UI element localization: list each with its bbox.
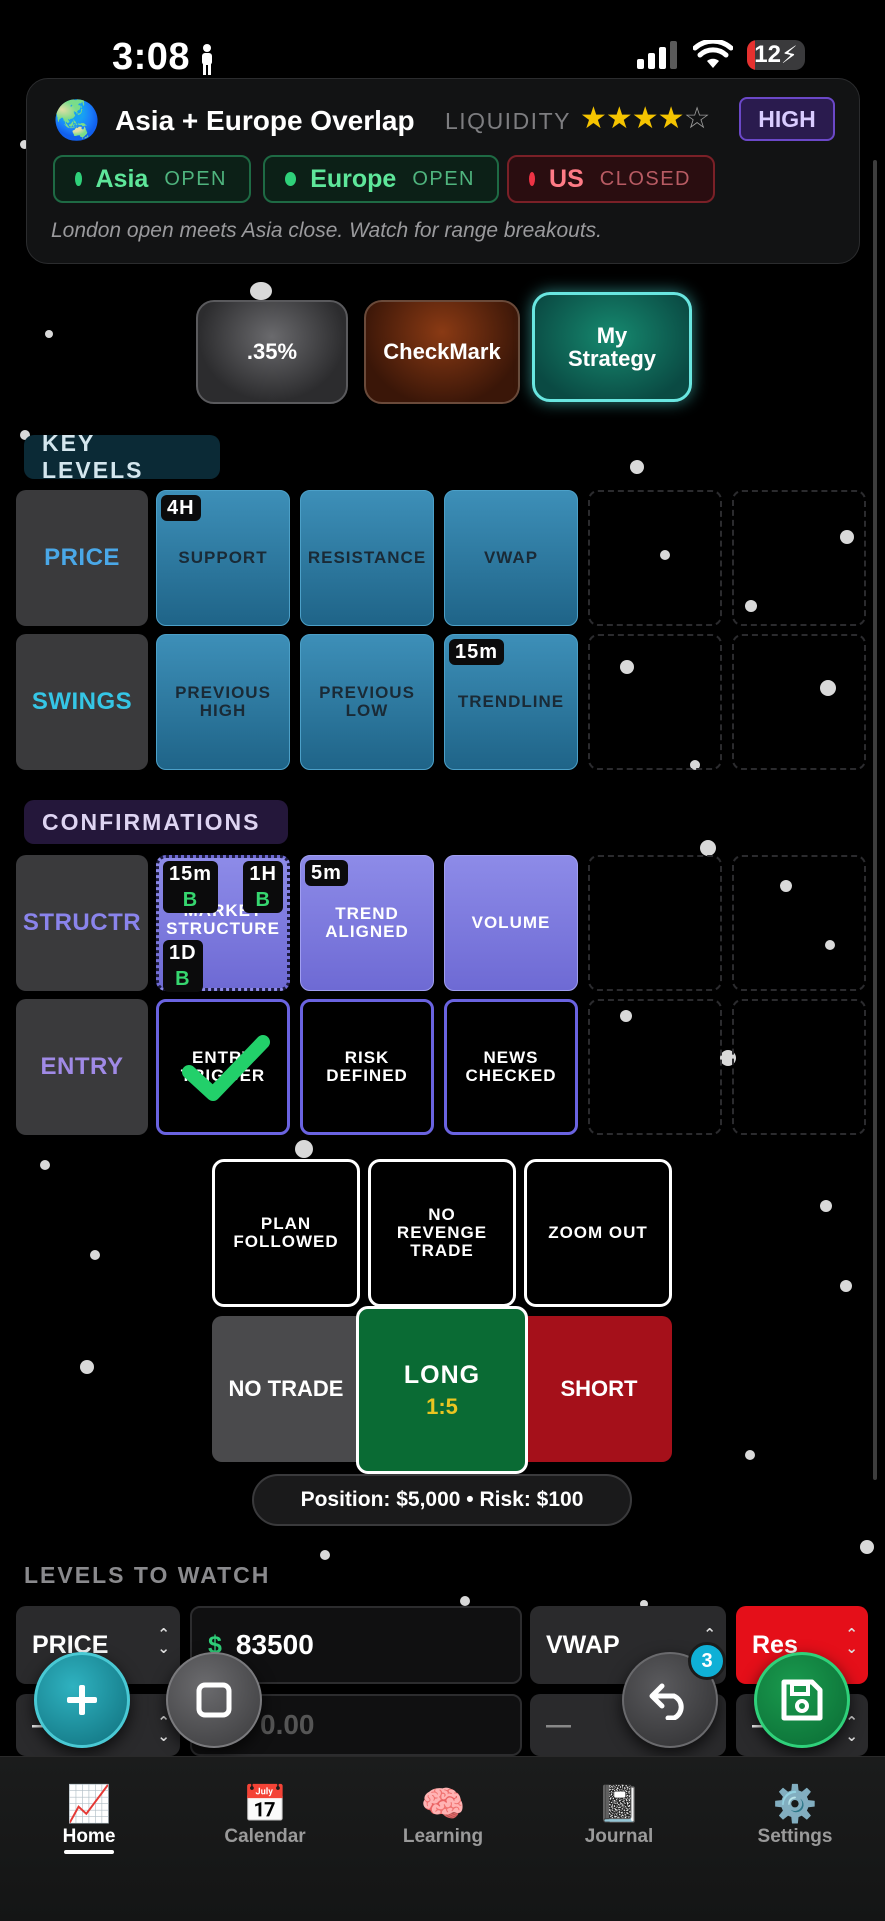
tab-learning[interactable]: 🧠 Learning [378,1782,508,1848]
timeframe-badge: 15m B [163,861,219,913]
tile-vwap[interactable]: VWAP [444,490,578,626]
floppy-disk-icon [781,1679,823,1721]
strategy-button-035[interactable]: .35% [196,300,348,404]
market-pill-asia[interactable]: Asia OPEN [53,155,251,203]
tile-news-checked[interactable]: NEWS CHECKED [444,999,578,1135]
star-empty-icon: ☆ [683,102,711,135]
empty-slot[interactable] [732,999,866,1135]
tab-settings[interactable]: ⚙️ Settings [730,1782,860,1848]
tile-trendline[interactable]: 15m TRENDLINE [444,634,578,770]
timeframe-badge: 4H [161,495,201,521]
tile-support[interactable]: 4H SUPPORT [156,490,290,626]
active-tab-indicator [64,1850,114,1854]
tile-trend-aligned[interactable]: 5m TREND ALIGNED [300,855,434,991]
wifi-icon [693,40,733,68]
confirmations-section-label: CONFIRMATIONS [24,800,288,844]
plus-icon [67,1685,97,1715]
chevron-updown-icon: ⌃⌄ [845,1626,858,1657]
calendar-icon: 📅 [242,1783,288,1824]
empty-slot[interactable] [588,490,722,626]
empty-slot[interactable] [588,999,722,1135]
battery-icon: 12 ⚡ [747,40,805,70]
checkmark-icon [182,1035,270,1101]
chevron-updown-icon: ⌃⌄ [157,1714,170,1745]
row-label-entry: ENTRY [16,999,148,1135]
habit-no-revenge-trade[interactable]: NO REVENGE TRADE [368,1159,516,1307]
tile-entry-trigger[interactable]: ENTRY TRIGGER [156,999,290,1135]
scroll-indicator[interactable] [873,160,877,1480]
tile-previous-low[interactable]: PREVIOUS LOW [300,634,434,770]
empty-slot[interactable] [588,634,722,770]
tab-home[interactable]: 📈 Home [24,1782,154,1848]
signal-icon [637,41,677,69]
timeframe-badge: 1D B [163,940,203,992]
chevron-updown-icon: ⌃⌄ [845,1714,858,1745]
closed-status-icon [529,172,536,186]
globe-icon: 🌏 [53,100,101,142]
risk-reward-ratio: 1:5 [426,1393,458,1419]
open-status-icon [285,172,297,186]
timeframe-badge: 5m [305,860,348,886]
tab-journal[interactable]: 📓 Journal [554,1782,684,1848]
short-button[interactable]: SHORT [526,1316,672,1462]
strategy-button-my-strategy[interactable]: My Strategy [532,292,692,402]
status-indicators: 12 ⚡ [637,40,805,70]
save-button[interactable] [754,1652,850,1748]
habit-zoom-out[interactable]: ZOOM OUT [524,1159,672,1307]
status-time: 3:08 [112,36,191,78]
liquidity-rating: ★★★★☆ [580,101,711,136]
empty-slot[interactable] [732,634,866,770]
person-icon [200,44,214,76]
tab-calendar[interactable]: 📅 Calendar [200,1782,330,1848]
row-label-structure: STRUCTR [16,855,148,991]
star-filled-icon: ★★★★ [580,102,685,135]
journal-icon: 📓 [596,1783,642,1824]
tile-volume[interactable]: VOLUME [444,855,578,991]
brain-icon: 🧠 [420,1783,466,1824]
market-pill-us[interactable]: US CLOSED [507,155,715,203]
add-button[interactable] [34,1652,130,1748]
session-note: London open meets Asia close. Watch for … [51,219,602,242]
market-pill-europe[interactable]: Europe OPEN [263,155,499,203]
gear-icon: ⚙️ [772,1783,818,1824]
undo-count-badge: 3 [688,1642,726,1680]
tile-resistance[interactable]: RESISTANCE [300,490,434,626]
chart-icon: 📈 [66,1783,112,1824]
liquidity-label: LIQUIDITY [445,108,571,134]
empty-slot[interactable] [588,855,722,991]
liquidity-level-badge: HIGH [739,97,835,141]
timeframe-badge: 15m [449,639,505,665]
habit-plan-followed[interactable]: PLAN FOLLOWED [212,1159,360,1307]
undo-icon [649,1683,684,1720]
session-card: 🌏 Asia + Europe Overlap LIQUIDITY ★★★★☆ … [26,78,860,264]
chevron-updown-icon: ⌃⌄ [157,1626,170,1657]
strategy-button-checkmark[interactable]: CheckMark [364,300,520,404]
open-status-icon [75,172,82,186]
tile-market-structure[interactable]: 15m B 1H B 1D B MARKET STRUCTURE [156,855,290,992]
stop-button[interactable] [166,1652,262,1748]
position-summary: Position: $5,000 • Risk: $100 [252,1474,632,1526]
tile-previous-high[interactable]: PREVIOUS HIGH [156,634,290,770]
empty-slot[interactable] [732,490,866,626]
no-trade-button[interactable]: NO TRADE [212,1316,360,1462]
empty-slot[interactable] [732,855,866,991]
levels-to-watch-label: LEVELS TO WATCH [24,1562,271,1588]
session-title: Asia + Europe Overlap [115,105,415,136]
square-icon [196,1682,232,1718]
key-levels-section-label: KEY LEVELS [24,430,220,483]
timeframe-badge: 1H B [243,861,283,913]
row-label-price: PRICE [16,490,148,626]
long-button[interactable]: LONG 1:5 [356,1306,528,1474]
tile-risk-defined[interactable]: RISK DEFINED [300,999,434,1135]
row-label-swings: SWINGS [16,634,148,770]
